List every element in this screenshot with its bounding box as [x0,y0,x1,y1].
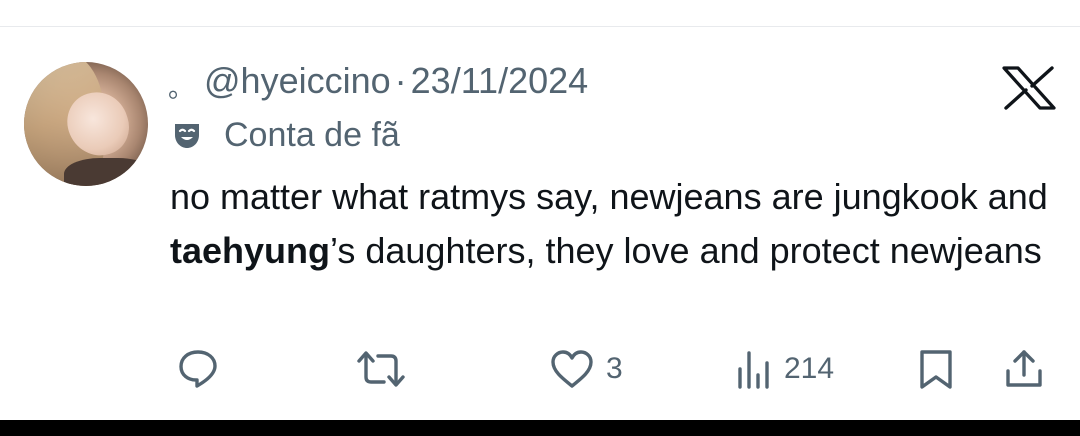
header-separator: · [394,60,407,101]
user-handle[interactable]: @hyeiccino [204,60,391,102]
share-button[interactable] [1002,344,1046,394]
bookmark-button[interactable] [914,344,958,394]
views-button[interactable]: 214 [734,344,834,394]
heart-icon [551,350,593,388]
like-button[interactable]: 3 [548,344,623,394]
bookmark-icon [920,350,952,389]
bottom-bar [0,420,1080,436]
retweet-button[interactable] [354,344,408,394]
account-label: Conta de fã [172,114,400,156]
x-logo-icon [1002,66,1056,110]
avatar-shirt [64,158,148,186]
views-count: 214 [784,352,835,385]
top-divider [0,26,1080,27]
tweet-date[interactable]: 23/11/2024 [411,60,589,102]
tweet-text-bold: taehyung [170,230,331,271]
avatar[interactable] [24,62,148,186]
like-count: 3 [606,352,623,385]
tweet-text-part2: ’s daughters, they love and protect newj… [330,230,1042,271]
tweet-text-part1: no matter what ratmys say, newjeans are … [170,176,1048,217]
views-icon [738,351,769,389]
retweet-icon [357,351,405,387]
theater-mask-icon [175,124,199,148]
tweet-text: no matter what ratmys say, newjeans are … [170,170,1050,278]
tweet-header: 。 @hyeiccino · 23/11/2024 [168,60,588,104]
share-icon [1006,350,1042,387]
reply-button[interactable] [176,344,220,394]
prefix-mark: 。 [168,73,195,103]
account-label-text: Conta de fã [224,115,400,154]
reply-icon [179,350,217,388]
